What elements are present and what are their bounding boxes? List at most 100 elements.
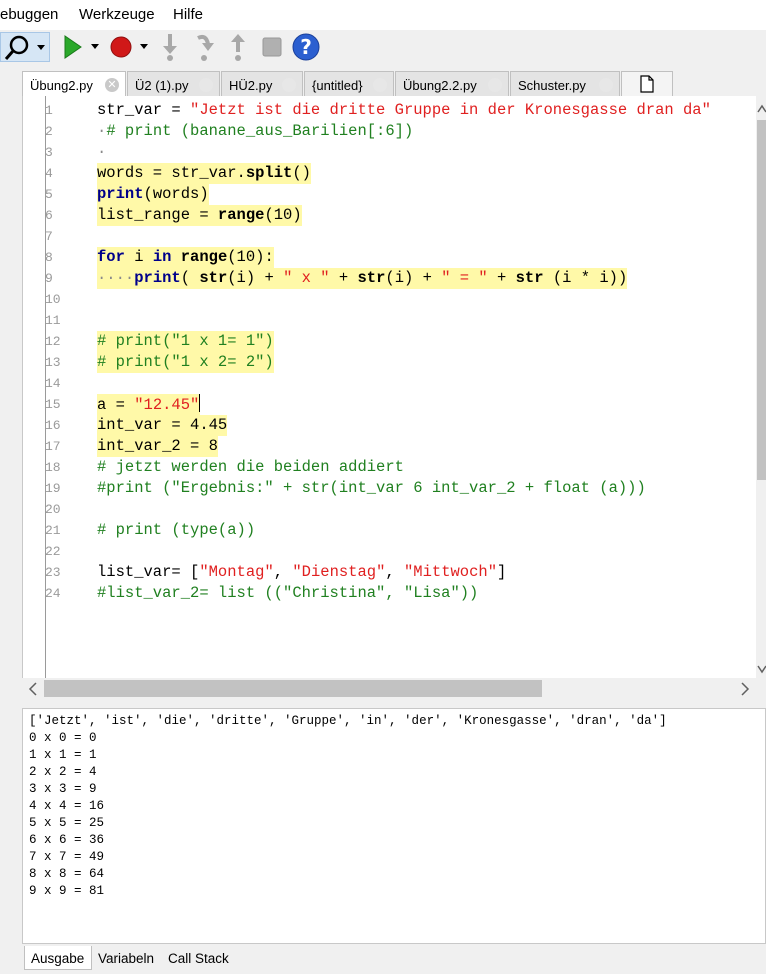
output-line: 4 x 4 = 16 <box>29 799 105 813</box>
menu-werkzeuge[interactable]: Werkzeuge <box>79 6 155 23</box>
line-number: 12 <box>45 334 61 349</box>
code-line-8: for i in range(10): <box>97 247 274 268</box>
line-number: 21 <box>45 523 61 538</box>
tab-ausgabe[interactable]: Ausgabe <box>24 946 92 970</box>
scroll-left-icon[interactable] <box>26 682 40 696</box>
tab-label: HÜ2.py <box>229 78 273 93</box>
tab-label: Übung2.py <box>30 78 93 93</box>
editor-horizontal-scrollbar[interactable] <box>22 678 766 700</box>
tab-label: {untitled} <box>312 78 363 93</box>
output-line: 0 x 0 = 0 <box>29 731 97 745</box>
code-line-1: str_var = "Jetzt ist die dritte Gruppe i… <box>97 101 711 119</box>
bottom-panel-tabs: Ausgabe Variabeln Call Stack <box>22 944 766 974</box>
debug-button[interactable] <box>108 34 152 60</box>
output-line: 6 x 6 = 36 <box>29 833 105 847</box>
line-number: 16 <box>45 418 61 433</box>
tab-label: Schuster.py <box>518 78 586 93</box>
output-line: 9 x 9 = 81 <box>29 884 105 898</box>
line-number: 2 <box>45 124 53 139</box>
step-out-button[interactable] <box>226 32 250 62</box>
output-line: 2 x 2 = 4 <box>29 765 97 779</box>
editor-tab-bar: Übung2.py ✕ Ü2 (1).py HÜ2.py {untitled} … <box>0 64 766 97</box>
tab-ue2-1[interactable]: Ü2 (1).py <box>127 71 220 96</box>
search-icon <box>4 35 45 60</box>
code-line-13: # print("1 x 2= 2") <box>97 352 274 373</box>
tab-untitled[interactable]: {untitled} <box>304 71 394 96</box>
code-line-5: print(words) <box>97 184 209 205</box>
code-line-24: #list_var_2= list (("Christina", "Lisa")… <box>97 584 479 602</box>
close-icon[interactable] <box>373 78 387 92</box>
vertical-scroll-thumb[interactable] <box>757 120 766 480</box>
close-icon[interactable]: ✕ <box>105 78 119 92</box>
tab-label: Ü2 (1).py <box>135 78 189 93</box>
line-number: 1 <box>45 103 53 118</box>
code-line-9: ····print( str(i) + " x " + str(i) + " =… <box>97 268 628 289</box>
debug-icon <box>110 36 148 58</box>
line-number: 20 <box>45 502 61 517</box>
editor-vertical-scrollbar[interactable] <box>756 96 766 678</box>
line-number: 11 <box>45 313 61 328</box>
code-line-19: #print ("Ergebnis:" + str(int_var 6 int_… <box>97 479 646 497</box>
tab-call-stack[interactable]: Call Stack <box>162 946 242 970</box>
menu-hilfe[interactable]: Hilfe <box>173 6 203 23</box>
line-number: 18 <box>45 460 61 475</box>
text-caret <box>199 394 201 412</box>
stop-button[interactable] <box>260 35 284 59</box>
code-line-23: list_var= ["Montag", "Dienstag", "Mittwo… <box>97 563 507 581</box>
code-line-16: int_var = 4.45 <box>97 415 228 436</box>
line-number: 4 <box>45 166 53 181</box>
output-line: 3 x 3 = 9 <box>29 782 97 796</box>
stop-icon <box>262 37 282 57</box>
close-icon[interactable] <box>488 78 502 92</box>
tab-label: Übung2.2.py <box>403 78 477 93</box>
output-line: 8 x 8 = 64 <box>29 867 105 881</box>
tab-variabeln[interactable]: Variabeln <box>92 946 162 970</box>
code-line-18: # jetzt werden die beiden addiert <box>97 458 404 476</box>
horizontal-scroll-thumb[interactable] <box>44 680 542 697</box>
output-line: ['Jetzt', 'ist', 'die', 'dritte', 'Grupp… <box>29 714 667 728</box>
tab-hue2[interactable]: HÜ2.py <box>221 71 303 96</box>
line-number: 13 <box>45 355 61 370</box>
line-number: 22 <box>45 544 61 559</box>
line-number: 19 <box>45 481 61 496</box>
line-number: 9 <box>45 271 53 286</box>
code-line-17: int_var_2 = 8 <box>97 436 218 457</box>
close-icon[interactable] <box>282 78 296 92</box>
menu-debuggen[interactable]: ebuggen <box>0 6 58 23</box>
line-number: 3 <box>45 145 53 160</box>
step-over-button[interactable] <box>192 32 216 62</box>
line-number: 23 <box>45 565 61 580</box>
output-line: 5 x 5 = 25 <box>29 816 105 830</box>
scroll-right-icon[interactable] <box>738 682 752 696</box>
output-line: 1 x 1 = 1 <box>29 748 97 762</box>
new-file-icon <box>640 75 654 93</box>
code-editor[interactable]: 1 2 3 4 5 6 7 8 9 10 11 12 13 14 15 16 1… <box>22 96 766 678</box>
close-icon[interactable] <box>199 78 213 92</box>
line-number: 5 <box>45 187 53 202</box>
toolbar: ? <box>0 30 766 64</box>
code-line-21: # print (type(a)) <box>97 521 256 539</box>
line-number: 7 <box>45 229 53 244</box>
code-line-2: ·# print (banane_aus_Barilien[:6]) <box>97 122 414 140</box>
help-button[interactable]: ? <box>291 32 321 62</box>
line-number: 17 <box>45 439 61 454</box>
line-number: 24 <box>45 586 61 601</box>
svg-text:?: ? <box>300 35 312 59</box>
step-over-icon <box>197 34 214 61</box>
run-icon <box>64 35 99 59</box>
step-into-button[interactable] <box>158 32 182 62</box>
code-line-3: · <box>97 143 107 161</box>
tab-uebung2-2[interactable]: Übung2.2.py <box>395 71 509 96</box>
close-icon[interactable] <box>599 78 613 92</box>
output-line: 7 x 7 = 49 <box>29 850 105 864</box>
line-number: 10 <box>45 292 61 307</box>
output-console[interactable]: ['Jetzt', 'ist', 'die', 'dritte', 'Grupp… <box>22 708 766 944</box>
scroll-up-icon[interactable] <box>757 102 766 116</box>
code-line-12: # print("1 x 1= 1") <box>97 331 274 352</box>
scroll-down-icon[interactable] <box>757 662 766 676</box>
tab-uebung2[interactable]: Übung2.py ✕ <box>22 71 126 97</box>
search-button[interactable] <box>0 32 50 62</box>
run-button[interactable] <box>60 34 104 60</box>
tab-schuster[interactable]: Schuster.py <box>510 71 620 96</box>
new-tab-button[interactable] <box>621 71 673 96</box>
